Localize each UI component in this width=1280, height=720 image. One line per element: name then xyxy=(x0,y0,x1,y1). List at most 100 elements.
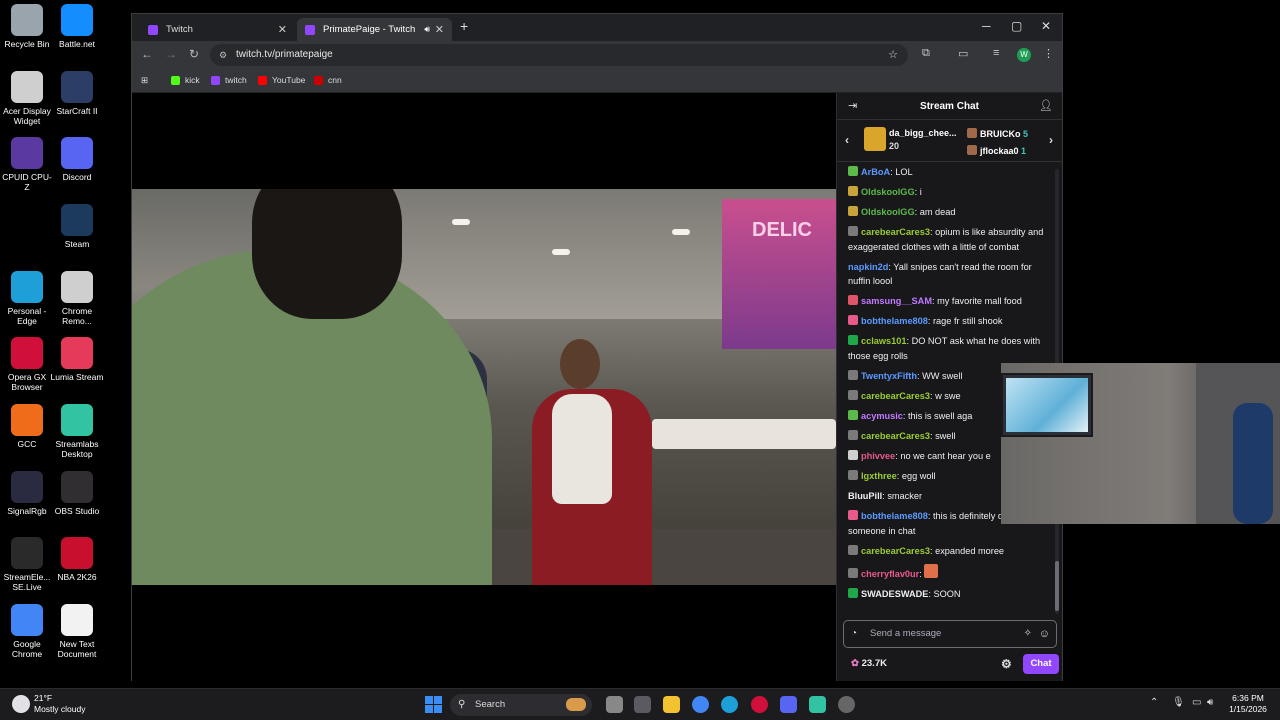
chat-username[interactable]: napkin2d xyxy=(848,262,888,272)
desktop-shortcut[interactable]: SignalRgb xyxy=(0,471,54,516)
task-view-icon[interactable] xyxy=(606,696,623,713)
desktop-shortcut[interactable]: StreamEle... SE.Live xyxy=(0,537,54,592)
user-badge-icon[interactable] xyxy=(848,226,858,236)
desktop-shortcut[interactable]: StarCraft II xyxy=(50,71,104,116)
chat-username[interactable]: phivvee xyxy=(861,451,895,461)
extensions-icon[interactable]: ⧉ xyxy=(922,47,930,60)
users-icon[interactable]: 👤︎ xyxy=(1039,93,1053,120)
user-badge-icon[interactable] xyxy=(848,450,858,461)
chat-username[interactable]: OldskoolGG xyxy=(861,207,915,217)
forward-icon[interactable]: → xyxy=(165,47,177,61)
user-badge-icon[interactable] xyxy=(848,166,858,176)
desktop-shortcut[interactable]: Chrome Remo... xyxy=(50,271,104,326)
chat-username[interactable]: bobthelame808 xyxy=(861,316,928,326)
chrome-icon[interactable] xyxy=(692,696,709,713)
desktop-shortcut[interactable]: New Text Document xyxy=(50,604,104,659)
desktop-shortcut[interactable]: Acer Display Widget xyxy=(0,71,54,126)
chat-send-button[interactable]: Chat xyxy=(1023,654,1059,674)
desktop-shortcut[interactable]: Battle.net xyxy=(50,4,104,49)
user-badge-icon[interactable] xyxy=(848,470,858,481)
chat-username[interactable]: OldskoolGG xyxy=(861,187,915,197)
top-gifter-name[interactable]: da_bigg_chee... xyxy=(889,128,957,138)
desktop-shortcut[interactable]: OBS Studio xyxy=(50,471,104,516)
close-tab-icon[interactable]: ✕ xyxy=(278,23,287,36)
minimize-icon[interactable]: ─ xyxy=(982,19,991,33)
bookmark-twitch[interactable]: twitch xyxy=(211,75,247,85)
bookmark-cnn[interactable]: cnn xyxy=(314,75,342,85)
user-badge-icon[interactable] xyxy=(848,315,858,326)
app-icon[interactable] xyxy=(838,696,855,713)
user-badge-icon[interactable] xyxy=(848,370,858,381)
user-badge-icon[interactable] xyxy=(848,186,858,196)
user-badge-icon[interactable] xyxy=(848,206,858,216)
chat-username[interactable]: samsung__SAM xyxy=(861,296,932,306)
chat-username[interactable]: carebearCares3 xyxy=(861,391,930,401)
taskbar-search[interactable]: ⚲ Search xyxy=(450,694,592,716)
user-badge-icon[interactable] xyxy=(848,295,858,306)
channel-points-icon[interactable]: ◔ xyxy=(851,621,857,647)
desktop-shortcut[interactable]: NBA 2K26 xyxy=(50,537,104,582)
user-badge-icon[interactable] xyxy=(848,335,858,346)
chat-username[interactable]: carebearCares3 xyxy=(861,431,930,441)
chat-scroll-thumb[interactable] xyxy=(1055,561,1059,611)
edge-icon[interactable] xyxy=(721,696,738,713)
user-badge-icon[interactable] xyxy=(848,430,858,441)
bookmark-star-icon[interactable]: ☆ xyxy=(888,44,898,66)
discord-icon[interactable] xyxy=(780,696,797,713)
desktop-shortcut[interactable]: CPUID CPU-Z xyxy=(0,137,54,192)
close-tab-icon[interactable]: ✕ xyxy=(435,23,444,36)
microphone-icon[interactable]: 🎙︎ xyxy=(1172,697,1185,708)
desktop-shortcut[interactable]: Google Chrome xyxy=(0,604,54,659)
close-window-icon[interactable]: ✕ xyxy=(1041,19,1051,33)
chat-username[interactable]: lgxthree xyxy=(861,471,897,481)
chat-username[interactable]: carebearCares3 xyxy=(861,227,930,237)
file-explorer-icon[interactable] xyxy=(663,696,680,713)
chevron-right-icon[interactable]: › xyxy=(1049,133,1053,147)
new-tab-button[interactable]: + xyxy=(460,18,468,34)
site-info-icon[interactable]: ⚙ xyxy=(219,44,227,66)
apps-grid-icon[interactable]: ⊞ xyxy=(141,75,148,86)
bits-icon[interactable]: ✧ xyxy=(1024,621,1032,647)
gifter-entry[interactable]: jflockaa0 1 xyxy=(967,145,1026,156)
maximize-icon[interactable]: ▢ xyxy=(1011,19,1022,33)
chat-settings-icon[interactable]: ⚙ xyxy=(1001,657,1012,671)
bookmark-kick[interactable]: kick xyxy=(171,75,200,85)
desktop-shortcut[interactable]: Streamlabs Desktop xyxy=(50,404,104,459)
chevron-left-icon[interactable]: ‹ xyxy=(845,133,849,147)
address-input[interactable]: ⚙ twitch.tv/primatepaige ☆ xyxy=(210,44,908,66)
streamlabs-icon[interactable] xyxy=(809,696,826,713)
collapse-chat-icon[interactable]: ⇥ xyxy=(848,93,857,120)
user-badge-icon[interactable] xyxy=(848,544,858,555)
desktop-shortcut[interactable]: Opera GX Browser xyxy=(0,337,54,392)
tab-twitch[interactable]: Twitch ✕ xyxy=(140,18,295,41)
desktop-shortcut[interactable]: Personal - Edge xyxy=(0,271,54,326)
desktop-shortcut[interactable]: GCC xyxy=(0,404,54,449)
desktop-shortcut[interactable]: Recycle Bin xyxy=(0,4,54,49)
network-icon[interactable]: ▭ xyxy=(1192,697,1201,708)
clock[interactable]: 6:36 PM 1/15/2026 xyxy=(1223,693,1273,715)
start-button[interactable] xyxy=(425,696,442,713)
channel-points-balance[interactable]: ✿ 23.7K xyxy=(851,658,887,669)
chat-input[interactable]: ◔ Send a message ✧ ☺ xyxy=(843,620,1057,648)
tray-overflow-icon[interactable]: ⌃ xyxy=(1150,697,1158,708)
speaker-icon[interactable]: 🔊︎ xyxy=(424,24,430,35)
user-badge-icon[interactable] xyxy=(848,410,858,421)
desktop-shortcut[interactable]: Discord xyxy=(50,137,104,182)
emote-icon[interactable] xyxy=(924,563,939,578)
chat-username[interactable]: ArBoA xyxy=(861,167,890,177)
chat-username[interactable]: TwentyxFifth xyxy=(861,371,917,381)
stream-video[interactable]: DELIC xyxy=(132,189,836,585)
bookmark-youtube[interactable]: YouTube xyxy=(258,75,305,85)
chat-username[interactable]: BluuPill xyxy=(848,491,882,501)
profile-avatar[interactable]: W xyxy=(1017,48,1031,62)
chat-username[interactable]: SWADESWADE xyxy=(861,589,928,599)
more-options-icon[interactable]: ⋮ xyxy=(1043,47,1054,60)
user-badge-icon[interactable] xyxy=(848,510,858,521)
user-badge-icon[interactable] xyxy=(848,587,858,598)
chat-username[interactable]: carebearCares3 xyxy=(861,546,930,556)
menu-list-icon[interactable]: ≡ xyxy=(993,47,999,59)
tab-primatepaige[interactable]: PrimatePaige - Twitch 🔊︎ ✕ xyxy=(297,18,452,41)
emote-picker-icon[interactable]: ☺ xyxy=(1039,621,1050,647)
chat-username[interactable]: acymusic xyxy=(861,411,903,421)
cast-icon[interactable]: ▭ xyxy=(958,47,968,60)
